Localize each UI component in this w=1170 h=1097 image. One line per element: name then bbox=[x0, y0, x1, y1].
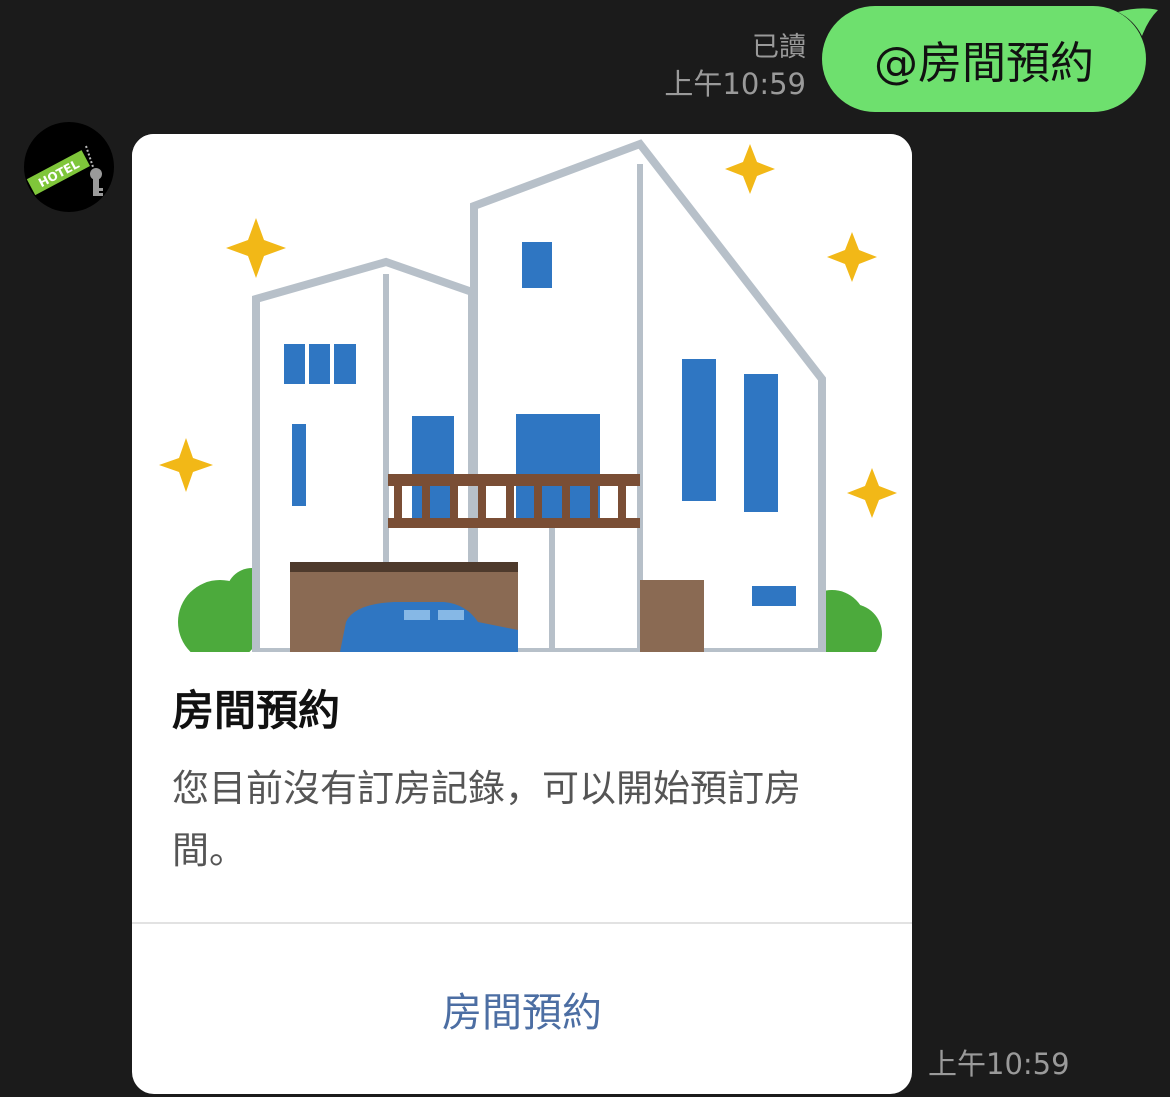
sent-message-text: @房間預約 bbox=[874, 38, 1094, 89]
read-status: 已讀 bbox=[752, 32, 806, 63]
card-title: 房間預約 bbox=[172, 686, 341, 735]
card-description: 您目前沒有訂房記錄，可以開始預訂房間。 bbox=[172, 767, 801, 872]
bubble-tail-icon bbox=[1118, 8, 1158, 36]
sent-message-bubble[interactable]: @房間預約 bbox=[822, 6, 1146, 112]
bot-avatar[interactable]: HOTEL bbox=[24, 122, 114, 212]
reservation-card: 房間預約 您目前沒有訂房記錄，可以開始預訂房間。 房間預約 bbox=[132, 134, 912, 1094]
hotel-key-tag-icon: HOTEL bbox=[26, 145, 103, 196]
sent-message-time: 上午10:59 bbox=[664, 67, 806, 101]
received-message-time: 上午10:59 bbox=[928, 1047, 1070, 1081]
hotel-building-illustration bbox=[132, 134, 912, 652]
room-reservation-button[interactable]: 房間預約 bbox=[132, 924, 912, 1094]
